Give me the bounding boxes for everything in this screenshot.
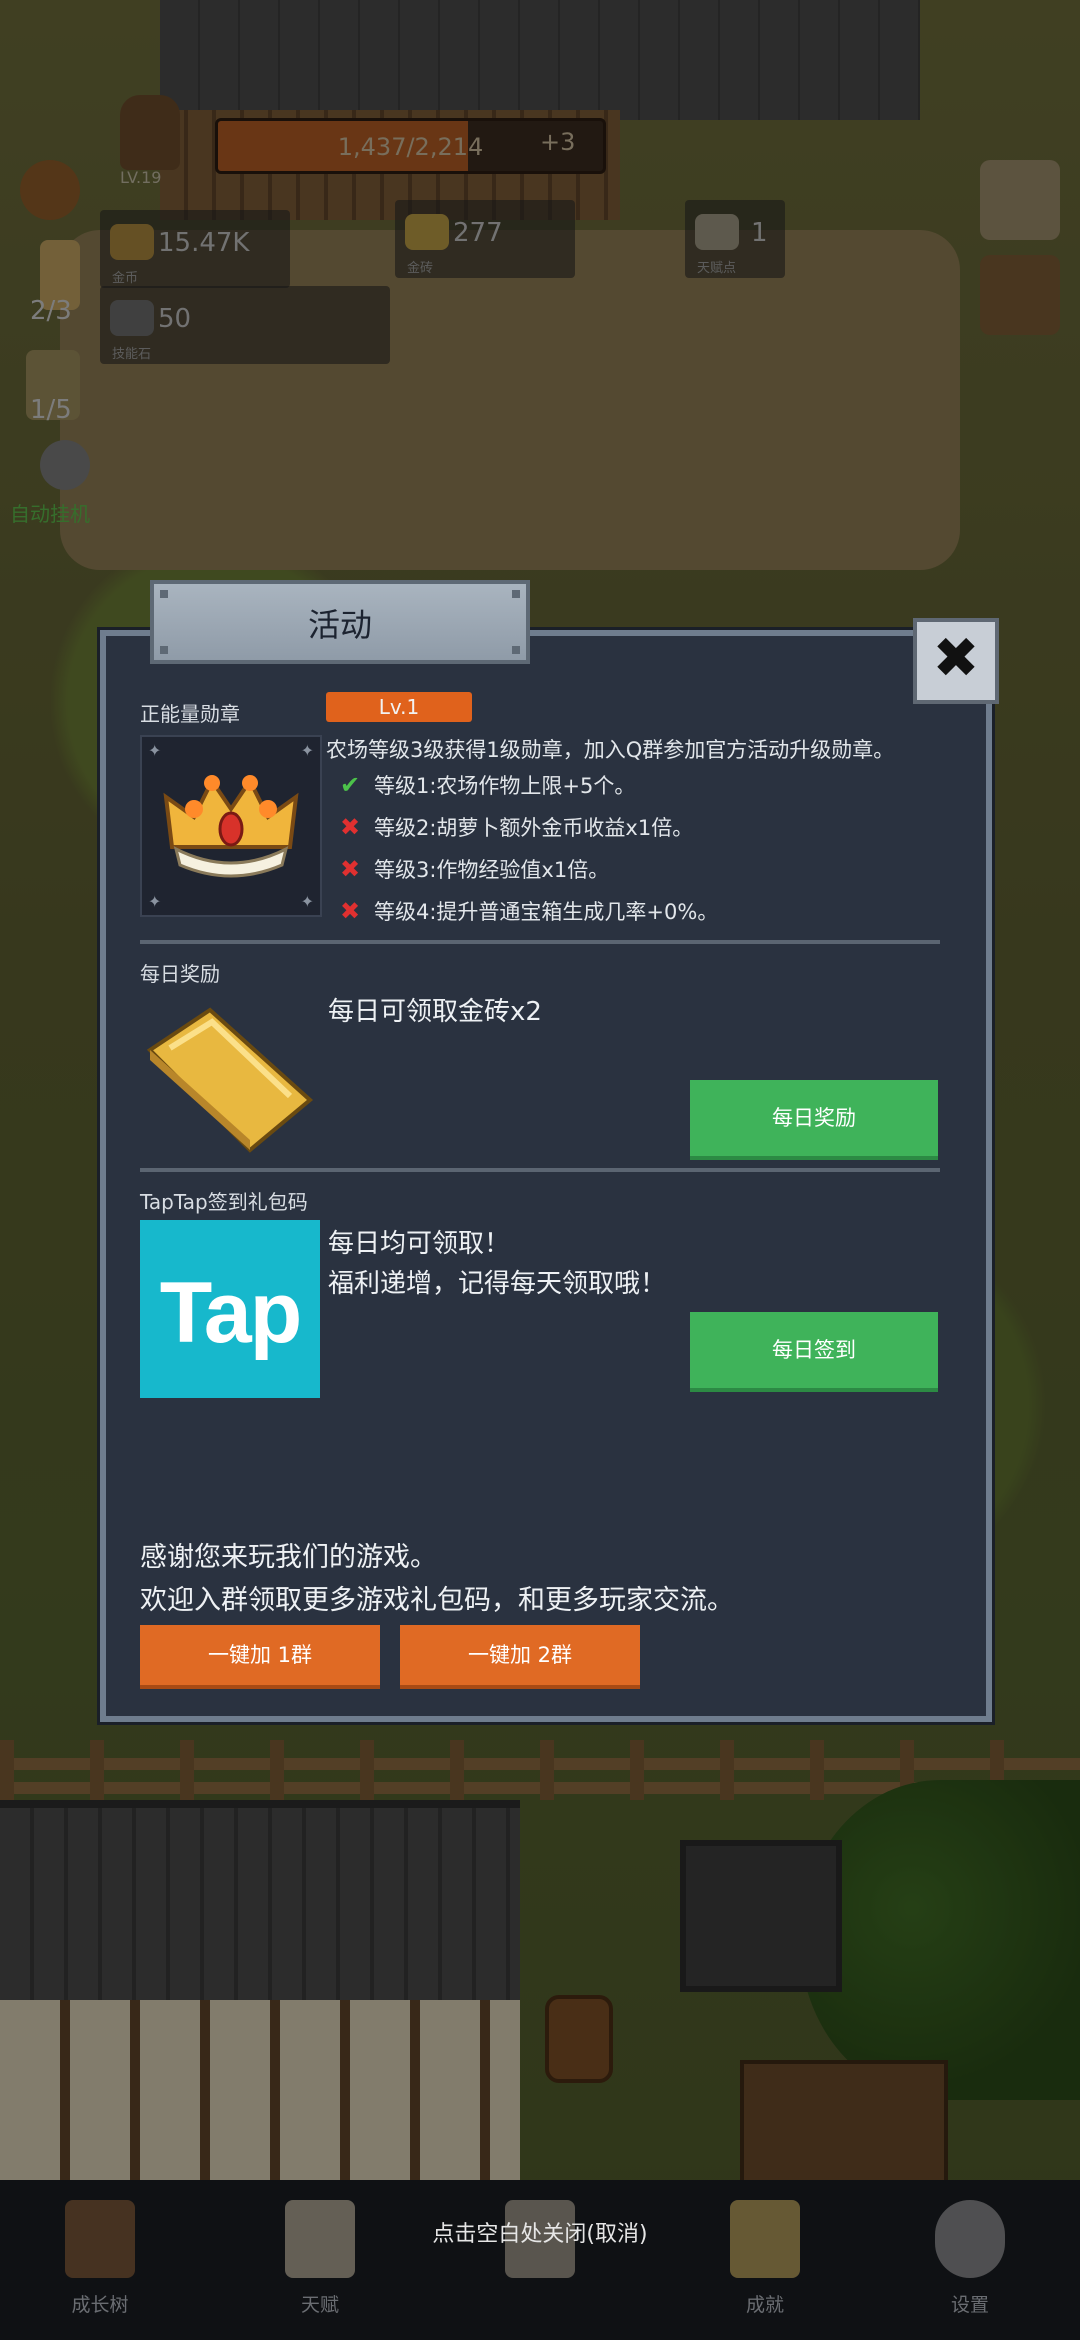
cross-icon: ✖ [340, 813, 361, 841]
daily-section-label: 每日奖励 [140, 962, 220, 986]
medal-level-1: ✔ 等级1:农场作物上限+5个。 [340, 771, 636, 799]
medal-description: 农场等级3级获得1级勋章，加入Q群参加官方活动升级勋章。 [326, 738, 895, 762]
medal-level-badge: Lv.1 [326, 692, 472, 722]
cross-icon: ✖ [340, 897, 361, 925]
dialog-title-tab: 活动 [150, 580, 530, 664]
nav-talent-label: 天赋 [300, 2294, 339, 2316]
close-button[interactable]: ✖ [913, 618, 999, 704]
taptap-section-label: TapTap签到礼包码 [140, 1190, 308, 1214]
nav-growth-tree-label: 成长树 [71, 2294, 129, 2316]
tap-blank-to-close-hint[interactable]: 点击空白处关闭(取消) [0, 2216, 1080, 2248]
medal-level-3: ✖ 等级3:作物经验值x1倍。 [340, 855, 610, 883]
gold-brick-icon [146, 1007, 314, 1153]
section-divider [140, 940, 940, 944]
crown-medal-icon [163, 775, 299, 878]
taptap-line-1: 每日均可领取！ [328, 1229, 511, 1259]
taptap-logo-text: Tap [159, 1265, 303, 1361]
daily-reward-button[interactable]: 每日奖励 [690, 1080, 938, 1160]
dialog-title: 活动 [307, 606, 372, 644]
thanks-text: 感谢您来玩我们的游戏。 [140, 1542, 437, 1573]
medal-image-frame: ✦ ✦ ✦ ✦ [140, 735, 322, 917]
join-group-1-button[interactable]: 一键加 1群 [140, 1625, 380, 1689]
medal-level-4: ✖ 等级4:提升普通宝箱生成几率+0%。 [340, 897, 719, 925]
taptap-line-2: 福利递增，记得每天领取哦！ [328, 1269, 667, 1299]
daily-reward-text: 每日可领取金砖x2 [328, 997, 542, 1027]
nav-achievement-label: 成就 [745, 2294, 784, 2316]
join-group-2-button[interactable]: 一键加 2群 [400, 1625, 640, 1689]
bottom-nav: 成长树 天赋 成就 设置 [0, 2180, 1080, 2340]
join-group-text: 欢迎入群领取更多游戏礼包码，和更多玩家交流。 [140, 1585, 734, 1616]
medal-level-2: ✖ 等级2:胡萝卜额外金币收益x1倍。 [340, 813, 694, 841]
daily-checkin-button[interactable]: 每日签到 [690, 1312, 938, 1392]
taptap-logo: Tap [140, 1220, 320, 1398]
cross-icon: ✖ [340, 855, 361, 883]
medal-section-label: 正能量勋章 [140, 702, 240, 726]
check-icon: ✔ [340, 771, 361, 799]
close-icon: ✖ [932, 626, 980, 691]
nav-settings-label: 设置 [950, 2294, 989, 2316]
section-divider [140, 1168, 940, 1172]
